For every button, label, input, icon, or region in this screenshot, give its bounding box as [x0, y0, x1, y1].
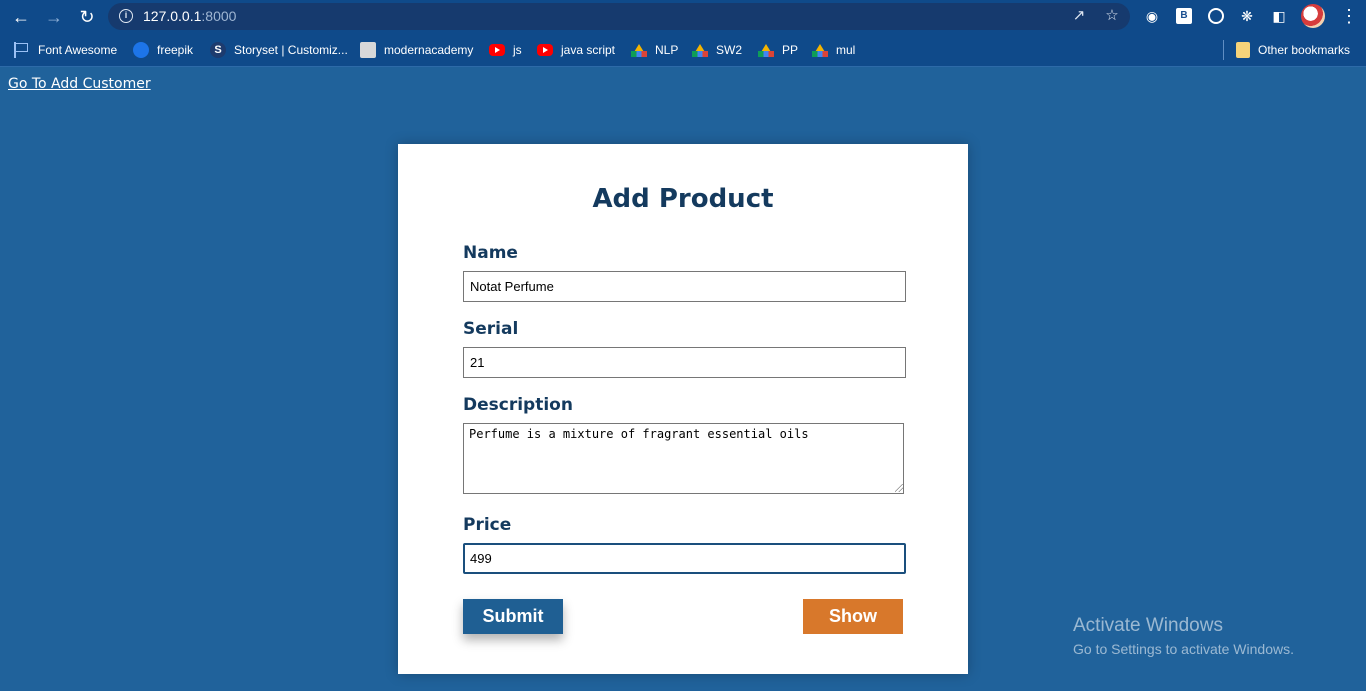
extension-b-icon[interactable]: B	[1176, 8, 1192, 24]
browser-toolbar: ← → ↻ i 127.0.0.1:8000 ↗ ☆ ◉ B ❋ ◧ ⋮	[0, 0, 1366, 33]
address-bar[interactable]: i 127.0.0.1:8000 ↗ ☆	[108, 3, 1130, 30]
info-icon[interactable]: i	[119, 9, 133, 23]
bookmark-sw2[interactable]: SW2	[692, 41, 742, 59]
extension-circle-icon[interactable]	[1208, 8, 1224, 24]
storyset-icon: S	[210, 42, 226, 58]
bookmark-label: Font Awesome	[38, 43, 118, 57]
bookmark-pp[interactable]: PP	[758, 41, 798, 59]
bookmark-java-script[interactable]: java script	[537, 41, 615, 59]
bookmark-label: PP	[782, 43, 799, 57]
bookmark-label: SW2	[716, 43, 743, 57]
bookmarks-divider	[1223, 40, 1224, 60]
bookmark-label: modernacademy	[384, 43, 474, 57]
avatar[interactable]	[1301, 4, 1325, 28]
watermark-title: Activate Windows	[1073, 615, 1223, 636]
add-product-form: Add Product Name Serial Description Perf…	[398, 144, 968, 674]
price-input[interactable]	[463, 543, 906, 574]
show-button[interactable]: Show	[803, 599, 903, 634]
bookmark-other[interactable]: Other bookmarks	[1236, 41, 1350, 59]
youtube-icon	[489, 44, 505, 56]
bookmark-label: freepik	[157, 43, 194, 57]
serial-label: Serial	[463, 319, 519, 339]
bookmark-freepik[interactable]: freepik	[133, 41, 193, 59]
menu-icon[interactable]: ⋮	[1340, 6, 1358, 26]
bookmark-label: Other bookmarks	[1258, 43, 1351, 57]
bookmark-label: js	[513, 43, 522, 57]
price-label: Price	[463, 515, 512, 535]
bookmark-label: Storyset | Customiz...	[234, 43, 348, 57]
share-icon[interactable]: ↗	[1070, 7, 1088, 25]
forward-icon[interactable]: →	[43, 6, 65, 28]
reload-icon[interactable]: ↻	[76, 6, 98, 28]
submit-button[interactable]: Submit	[463, 599, 563, 634]
bookmark-font-awesome[interactable]: Font Awesome	[14, 41, 117, 59]
drive-icon	[812, 43, 828, 57]
watermark-subtitle: Go to Settings to activate Windows.	[1073, 641, 1294, 657]
name-input[interactable]	[463, 271, 906, 302]
url-text: 127.0.0.1:8000	[143, 8, 237, 24]
drive-icon	[631, 43, 647, 57]
star-icon[interactable]: ☆	[1103, 7, 1121, 25]
go-to-add-customer-link[interactable]: Go To Add Customer	[8, 76, 151, 92]
bookmark-storyset[interactable]: S Storyset | Customiz...	[210, 41, 348, 59]
bookmark-modernacademy[interactable]: modernacademy	[360, 41, 473, 59]
drive-icon	[758, 43, 774, 57]
page-icon	[360, 42, 376, 58]
bookmarks-bar: Font Awesome freepik S Storyset | Custom…	[0, 33, 1366, 67]
side-panel-icon[interactable]: ◧	[1269, 6, 1289, 26]
freepik-icon	[133, 42, 149, 58]
bookmark-label: NLP	[655, 43, 679, 57]
name-label: Name	[463, 243, 518, 263]
bookmark-label: java script	[561, 43, 616, 57]
description-label: Description	[463, 395, 573, 415]
bookmark-js[interactable]: js	[489, 41, 522, 59]
bookmark-label: mul	[836, 43, 856, 57]
description-textarea[interactable]: Perfume is a mixture of fragrant essenti…	[463, 423, 904, 494]
drive-icon	[692, 43, 708, 57]
back-icon[interactable]: ←	[10, 6, 32, 28]
camera-icon[interactable]: ◉	[1142, 6, 1162, 26]
puzzle-icon[interactable]: ❋	[1237, 6, 1257, 26]
form-title: Add Product	[592, 184, 774, 214]
youtube-icon	[537, 44, 553, 56]
resize-handle[interactable]	[895, 484, 903, 492]
activate-windows-watermark: Activate Windows Go to Settings to activ…	[1073, 615, 1294, 657]
folder-icon	[1236, 42, 1250, 58]
flag-icon	[14, 42, 30, 58]
bookmark-nlp[interactable]: NLP	[631, 41, 678, 59]
serial-input[interactable]	[463, 347, 906, 378]
bookmark-mul[interactable]: mul	[812, 41, 855, 59]
